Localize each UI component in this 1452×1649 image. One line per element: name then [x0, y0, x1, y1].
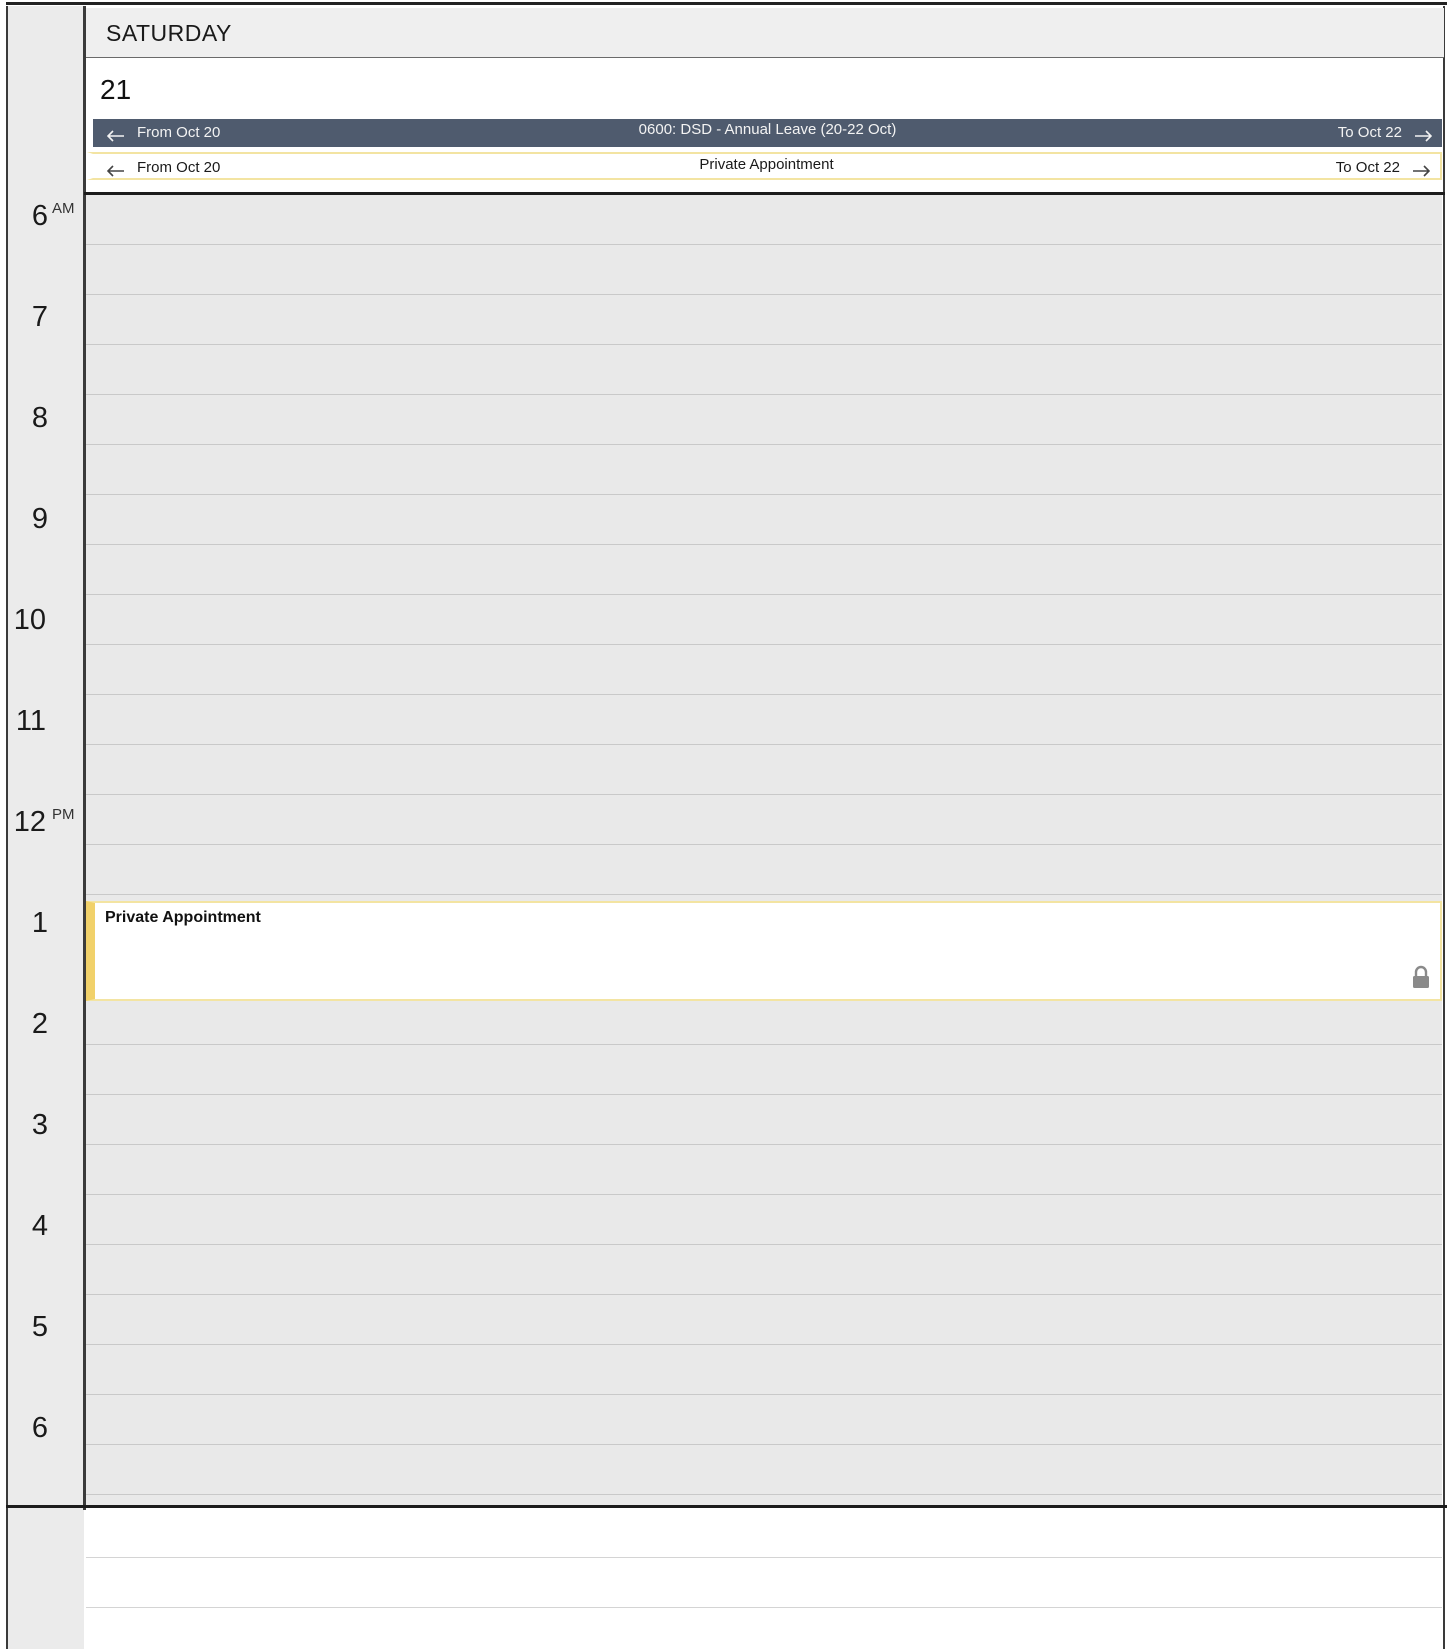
- hour-number: 1: [31, 907, 48, 939]
- to-indicator[interactable]: To Oct 22: [1335, 159, 1430, 177]
- lock-icon: [1413, 965, 1429, 988]
- hour-number: 6: [31, 1412, 48, 1444]
- timed-event-private-appointment[interactable]: Private Appointment: [86, 901, 1442, 1001]
- hour-label: 9: [8, 503, 84, 543]
- hour-number: 7: [31, 301, 48, 333]
- hour-number: 6: [31, 200, 48, 232]
- day-header[interactable]: SATURDAY: [86, 8, 1444, 58]
- all-day-event-annual-leave[interactable]: From Oct 20 0600: DSD - Annual Leave (20…: [87, 119, 1442, 147]
- hour-label: 8: [8, 402, 84, 442]
- hour-label: 6 AM: [8, 200, 84, 240]
- hour-label: 12 PM: [8, 806, 84, 846]
- hour-number: 3: [31, 1109, 48, 1141]
- hour-suffix: PM: [52, 806, 75, 823]
- arrow-right-icon: [1415, 129, 1432, 142]
- hour-label: 10: [8, 604, 84, 644]
- after-hours-area[interactable]: [86, 1508, 1442, 1649]
- hour-label: 5: [8, 1311, 84, 1351]
- day-number[interactable]: 21: [100, 74, 131, 106]
- event-subject: 0600: DSD - Annual Leave (20-22 Oct): [638, 121, 897, 138]
- hour-number: 9: [31, 503, 48, 535]
- hour-number: 12: [13, 806, 46, 838]
- hour-number: 5: [31, 1311, 48, 1343]
- hour-label: 6: [8, 1412, 84, 1452]
- hour-number: 10: [13, 604, 46, 636]
- hour-number: 8: [31, 402, 48, 434]
- hour-label: 3: [8, 1109, 84, 1149]
- to-label: To Oct 22: [1337, 124, 1402, 141]
- time-grid[interactable]: [86, 195, 1442, 1505]
- day-name: SATURDAY: [106, 20, 232, 46]
- top-border: [6, 2, 1447, 5]
- hour-suffix: AM: [52, 200, 75, 217]
- arrow-right-icon: [1413, 164, 1430, 177]
- hour-number: 2: [31, 1008, 48, 1040]
- hour-label: 11: [8, 705, 84, 745]
- event-subject: Private Appointment: [699, 156, 834, 173]
- event-title: Private Appointment: [105, 909, 261, 926]
- all-day-event-private-appointment[interactable]: From Oct 20 Private Appointment To Oct 2…: [87, 152, 1442, 180]
- hour-number: 11: [15, 705, 46, 737]
- hour-label: 1: [8, 907, 84, 947]
- to-indicator[interactable]: To Oct 22: [1337, 124, 1432, 142]
- hour-label: 4: [8, 1210, 84, 1250]
- hour-label: 7: [8, 301, 84, 341]
- to-label: To Oct 22: [1335, 159, 1400, 176]
- hour-label: 2: [8, 1008, 84, 1048]
- hour-number: 4: [31, 1210, 48, 1242]
